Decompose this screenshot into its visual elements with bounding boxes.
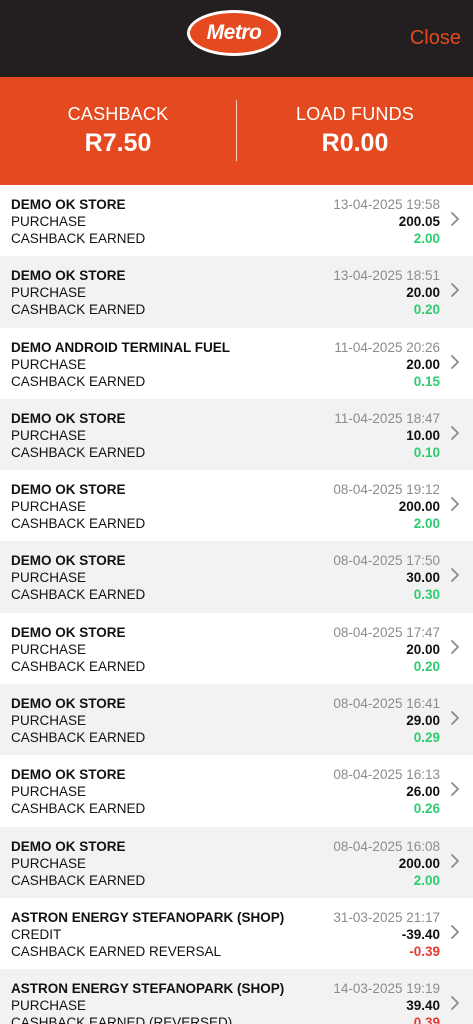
chevron-right-icon[interactable] <box>448 708 462 728</box>
metro-logo: Metro <box>187 10 281 56</box>
chevron-right-icon[interactable] <box>448 565 462 585</box>
top-bar: Metro Close <box>0 0 473 77</box>
cashback-earned-label: CASHBACK EARNED <box>11 516 146 532</box>
load-funds-value: R0.00 <box>321 129 389 157</box>
chevron-right-icon[interactable] <box>448 993 462 1013</box>
transaction-amount: 200.00 <box>398 499 440 515</box>
transaction-row[interactable]: DEMO OK STORE PURCHASE CASHBACK EARNED 1… <box>0 185 473 256</box>
logo-text: Metro <box>206 21 262 44</box>
cashback-summary[interactable]: CASHBACK R7.50 <box>0 77 236 185</box>
chevron-right-icon[interactable] <box>448 922 462 942</box>
transaction-amount: 200.05 <box>398 214 440 229</box>
transaction-row[interactable]: DEMO OK STORE PURCHASE CASHBACK EARNED 0… <box>0 826 473 898</box>
transaction-type: PURCHASE <box>11 285 87 301</box>
transaction-type: PURCHASE <box>11 356 87 372</box>
transaction-datetime: 31-03-2025 21:17 <box>333 909 440 925</box>
cashback-earned-label: CASHBACK EARNED <box>11 730 146 746</box>
cashback-amount: 0.10 <box>413 444 440 460</box>
transaction-type: PURCHASE <box>11 427 87 443</box>
transaction-type: PURCHASE <box>11 784 87 800</box>
transaction-datetime: 08-04-2025 16:41 <box>333 696 440 712</box>
cashback-earned-label: CASHBACK EARNED <box>11 302 146 318</box>
transaction-datetime: 08-04-2025 19:12 <box>333 482 440 498</box>
transaction-row[interactable]: DEMO OK STORE PURCHASE CASHBACK EARNED 0… <box>0 755 473 826</box>
chevron-right-icon[interactable] <box>448 280 462 300</box>
cashback-amount: 2.00 <box>413 231 440 246</box>
close-button[interactable]: Close <box>410 27 461 50</box>
transaction-amount: 26.00 <box>406 784 440 800</box>
cashback-amount: 0.39 <box>413 1015 440 1024</box>
transaction-amount: 29.00 <box>406 713 440 729</box>
chevron-right-icon[interactable] <box>448 851 462 871</box>
transaction-row[interactable]: DEMO OK STORE PURCHASE CASHBACK EARNED 1… <box>0 398 473 471</box>
transaction-datetime: 08-04-2025 17:47 <box>333 624 440 640</box>
transaction-row[interactable]: DEMO OK STORE PURCHASE CASHBACK EARNED 0… <box>0 684 473 756</box>
transaction-amount: -39.40 <box>401 926 440 942</box>
load-funds-label: LOAD FUNDS <box>295 104 414 124</box>
cashback-amount: -0.39 <box>409 943 440 959</box>
transaction-type: PURCHASE <box>11 713 87 729</box>
cashback-earned-label: CASHBACK EARNED <box>11 658 146 674</box>
cashback-earned-label: CASHBACK EARNED <box>11 872 146 888</box>
cashback-label: CASHBACK <box>67 104 169 124</box>
cashback-amount: 0.30 <box>413 587 440 603</box>
cashback-amount: 0.26 <box>413 801 440 817</box>
transaction-row[interactable]: ASTRON ENERGY STEFANOPARK (SHOP) CREDIT … <box>0 898 473 969</box>
transaction-row[interactable]: DEMO OK STORE PURCHASE CASHBACK EARNED 0… <box>0 541 473 613</box>
cashback-amount: 2.00 <box>413 516 440 532</box>
transaction-type: PURCHASE <box>11 641 87 657</box>
cashback-value: R7.50 <box>84 129 152 157</box>
cashback-earned-label: CASHBACK EARNED <box>11 444 146 460</box>
transaction-amount: 20.00 <box>406 356 440 372</box>
cashback-amount: 0.29 <box>413 730 440 746</box>
transaction-datetime: 13-04-2025 18:51 <box>333 268 440 284</box>
transaction-amount: 200.00 <box>398 855 440 871</box>
transaction-list[interactable]: DEMO OK STORE PURCHASE CASHBACK EARNED 1… <box>0 185 473 1024</box>
transaction-row[interactable]: DEMO OK STORE PURCHASE CASHBACK EARNED 0… <box>0 470 473 541</box>
chevron-right-icon[interactable] <box>448 423 462 443</box>
cashback-amount: 2.00 <box>413 872 440 888</box>
cashback-earned-label: CASHBACK EARNED (REVERSED) <box>11 1015 233 1024</box>
transaction-row[interactable]: DEMO OK STORE PURCHASE CASHBACK EARNED 0… <box>0 613 473 684</box>
cashback-earned-label: CASHBACK EARNED <box>11 801 146 817</box>
cashback-amount: 0.15 <box>413 373 440 389</box>
transaction-datetime: 11-04-2025 20:26 <box>334 339 440 355</box>
transaction-datetime: 08-04-2025 17:50 <box>333 553 440 569</box>
cashback-amount: 0.20 <box>413 658 440 674</box>
transaction-amount: 30.00 <box>406 570 440 586</box>
chevron-right-icon[interactable] <box>448 352 462 372</box>
transaction-amount: 39.40 <box>406 998 440 1014</box>
transaction-type: PURCHASE <box>11 570 87 586</box>
cashback-earned-label: CASHBACK EARNED REVERSAL <box>11 943 222 959</box>
cashback-earned-label: CASHBACK EARNED <box>11 231 146 246</box>
chevron-right-icon[interactable] <box>448 779 462 799</box>
transaction-amount: 10.00 <box>406 427 440 443</box>
transaction-datetime: 08-04-2025 16:08 <box>333 838 440 854</box>
chevron-right-icon[interactable] <box>448 494 462 514</box>
transaction-row[interactable]: DEMO ANDROID TERMINAL FUEL PURCHASE CASH… <box>0 328 473 399</box>
transaction-datetime: 13-04-2025 19:58 <box>333 197 440 212</box>
cashback-earned-label: CASHBACK EARNED <box>11 587 146 603</box>
transaction-row[interactable]: ASTRON ENERGY STEFANOPARK (SHOP) PURCHAS… <box>0 969 473 1024</box>
cashback-amount: 0.20 <box>413 302 440 318</box>
balance-summary: CASHBACK R7.50 LOAD FUNDS R0.00 <box>0 77 473 185</box>
transaction-amount: 20.00 <box>406 285 440 301</box>
chevron-right-icon[interactable] <box>448 209 462 229</box>
transaction-datetime: 14-03-2025 19:19 <box>333 981 440 997</box>
transaction-row[interactable]: DEMO OK STORE PURCHASE CASHBACK EARNED 1… <box>0 256 473 328</box>
transaction-type: PURCHASE <box>11 998 87 1014</box>
transaction-amount: 20.00 <box>406 641 440 657</box>
load-funds-summary[interactable]: LOAD FUNDS R0.00 <box>237 77 473 185</box>
transaction-datetime: 11-04-2025 18:47 <box>334 410 440 426</box>
transaction-datetime: 08-04-2025 16:13 <box>333 767 440 783</box>
cashback-earned-label: CASHBACK EARNED <box>11 373 146 389</box>
chevron-right-icon[interactable] <box>448 637 462 657</box>
